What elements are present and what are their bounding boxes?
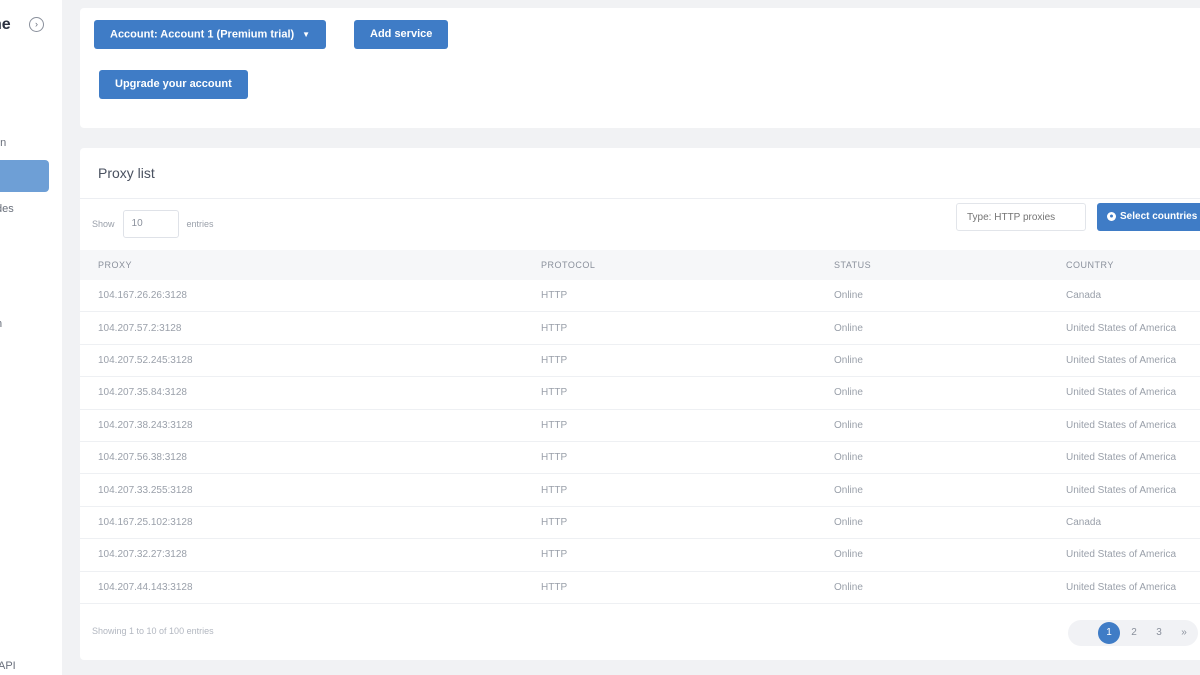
cell-status: Online bbox=[834, 516, 863, 528]
page-button-2[interactable]: 2 bbox=[1123, 622, 1145, 644]
cell-protocol: HTTP bbox=[541, 516, 568, 528]
cell-protocol: HTTP bbox=[541, 354, 568, 366]
cell-proxy: 104.167.25.102:3128 bbox=[98, 516, 193, 528]
cell-status: Online bbox=[834, 581, 863, 593]
cell-protocol: HTTP bbox=[541, 484, 568, 496]
page-button-1[interactable]: 1 bbox=[1098, 622, 1120, 644]
column-header-status[interactable]: STATUS bbox=[834, 250, 871, 280]
proxy-list-title: Proxy list bbox=[98, 165, 155, 181]
sidebar-item-api[interactable]: API bbox=[0, 660, 16, 672]
sidebar-item-3[interactable]: des bbox=[0, 203, 14, 215]
show-label: Show bbox=[92, 219, 115, 229]
cell-protocol: HTTP bbox=[541, 322, 568, 334]
cell-status: Online bbox=[834, 484, 863, 496]
sidebar-item-1[interactable]: on bbox=[0, 137, 6, 149]
account-card: Account: Account 1 (Premium trial) ▼ Add … bbox=[80, 8, 1200, 128]
cell-status: Online bbox=[834, 419, 863, 431]
cell-proxy: 104.207.35.84:3128 bbox=[98, 387, 187, 399]
next-page-icon[interactable]: » bbox=[1173, 622, 1195, 644]
cell-proxy: 104.207.57.2:3128 bbox=[98, 322, 182, 334]
add-service-button[interactable]: Add service bbox=[354, 20, 449, 49]
cell-country: United States of America bbox=[1066, 354, 1177, 366]
cell-proxy: 104.207.32.27:3128 bbox=[98, 549, 187, 561]
column-header-country[interactable]: COUNTRY bbox=[1066, 250, 1114, 280]
table-row[interactable]: 104.207.52.245:3128 HTTP Online United Stat… bbox=[80, 345, 1200, 378]
cell-country: United States of America bbox=[1066, 387, 1177, 399]
cell-country: United States of America bbox=[1066, 419, 1177, 431]
cell-proxy: 104.207.38.243:3128 bbox=[98, 419, 193, 431]
table-row[interactable]: 104.167.25.102:3128 HTTP Online Canada bbox=[80, 507, 1200, 540]
cell-country: United States of America bbox=[1066, 581, 1177, 593]
cell-protocol: HTTP bbox=[541, 549, 568, 561]
brand-name: ne bbox=[0, 16, 11, 33]
select-countries-label: Select countries bbox=[1120, 211, 1198, 222]
cell-country: Canada bbox=[1066, 516, 1102, 528]
entries-label: entries bbox=[186, 219, 214, 229]
cell-country: United States of America bbox=[1066, 484, 1177, 496]
cell-country: United States of America bbox=[1066, 452, 1177, 464]
chevron-right-icon[interactable]: › bbox=[29, 17, 44, 32]
column-header-proxy[interactable]: PROXY bbox=[98, 250, 132, 280]
cell-protocol: HTTP bbox=[541, 581, 568, 593]
table-row[interactable]: 104.207.56.38:3128 HTTP Online United State… bbox=[80, 442, 1200, 475]
cell-proxy: 104.207.56.38:3128 bbox=[98, 452, 187, 464]
table-body: 104.167.26.26:3128 HTTP Online Canada 104.20… bbox=[80, 280, 1200, 604]
column-header-protocol[interactable]: PROTOCOL bbox=[541, 250, 595, 280]
table-row[interactable]: 104.207.32.27:3128 HTTP Online United State… bbox=[80, 539, 1200, 572]
table-row[interactable]: 104.207.57.2:3128 HTTP Online United States… bbox=[80, 312, 1200, 345]
cell-country: Canada bbox=[1066, 290, 1102, 302]
cell-country: United States of America bbox=[1066, 549, 1177, 561]
sidebar-item-active[interactable] bbox=[0, 160, 49, 192]
table-row[interactable]: 104.207.44.143:3128 HTTP Online United Stat… bbox=[80, 572, 1200, 604]
cell-status: Online bbox=[834, 322, 863, 334]
proxy-search-input[interactable] bbox=[956, 203, 1086, 231]
table-header: PROXY PROTOCOL STATUS COUNTRY bbox=[80, 250, 1200, 280]
divider bbox=[80, 198, 1200, 199]
account-label: Account: Account 1 (Premium trial) bbox=[110, 28, 295, 41]
proxy-list-card: Proxy list Show 10 entries ● Select count… bbox=[80, 148, 1200, 660]
page-button-3[interactable]: 3 bbox=[1148, 622, 1170, 644]
cell-protocol: HTTP bbox=[541, 419, 568, 431]
cell-country: United States of America bbox=[1066, 322, 1177, 334]
cell-proxy: 104.167.26.26:3128 bbox=[98, 290, 187, 302]
cell-proxy: 104.207.52.245:3128 bbox=[98, 354, 193, 366]
cell-status: Online bbox=[834, 354, 863, 366]
table-info: Showing 1 to 10 of 100 entries bbox=[92, 626, 214, 636]
table-row[interactable]: 104.207.33.255:3128 HTTP Online United Stat… bbox=[80, 474, 1200, 507]
sidebar-item-4[interactable]: n bbox=[0, 318, 2, 330]
cell-protocol: HTTP bbox=[541, 387, 568, 399]
proxy-table: PROXY PROTOCOL STATUS COUNTRY 104.167.26… bbox=[80, 250, 1200, 604]
caret-down-icon: ▼ bbox=[302, 30, 311, 39]
account-dropdown[interactable]: Account: Account 1 (Premium trial) ▼ bbox=[94, 20, 327, 49]
cell-proxy: 104.207.33.255:3128 bbox=[98, 484, 193, 496]
upgrade-account-button[interactable]: Upgrade your account bbox=[99, 70, 248, 99]
cell-status: Online bbox=[834, 452, 863, 464]
sidebar: ne › on des n API bbox=[0, 0, 62, 675]
entries-length-control: Show 10 entries bbox=[92, 210, 214, 238]
cell-proxy: 104.207.44.143:3128 bbox=[98, 581, 193, 593]
cell-status: Online bbox=[834, 387, 863, 399]
table-row[interactable]: 104.207.35.84:3128 HTTP Online United State… bbox=[80, 377, 1200, 410]
cell-protocol: HTTP bbox=[541, 452, 568, 464]
pagination: 1 2 3» bbox=[1068, 620, 1198, 646]
select-countries-button[interactable]: ● Select countries bbox=[1097, 203, 1200, 231]
cell-protocol: HTTP bbox=[541, 290, 568, 302]
entries-select[interactable]: 10 bbox=[122, 210, 179, 238]
table-row[interactable]: 104.207.38.243:3128 HTTP Online United Stat… bbox=[80, 410, 1200, 442]
table-row[interactable]: 104.167.26.26:3128 HTTP Online Canada bbox=[80, 280, 1200, 313]
cell-status: Online bbox=[834, 290, 863, 302]
globe-icon: ● bbox=[1107, 211, 1116, 221]
cell-status: Online bbox=[834, 549, 863, 561]
